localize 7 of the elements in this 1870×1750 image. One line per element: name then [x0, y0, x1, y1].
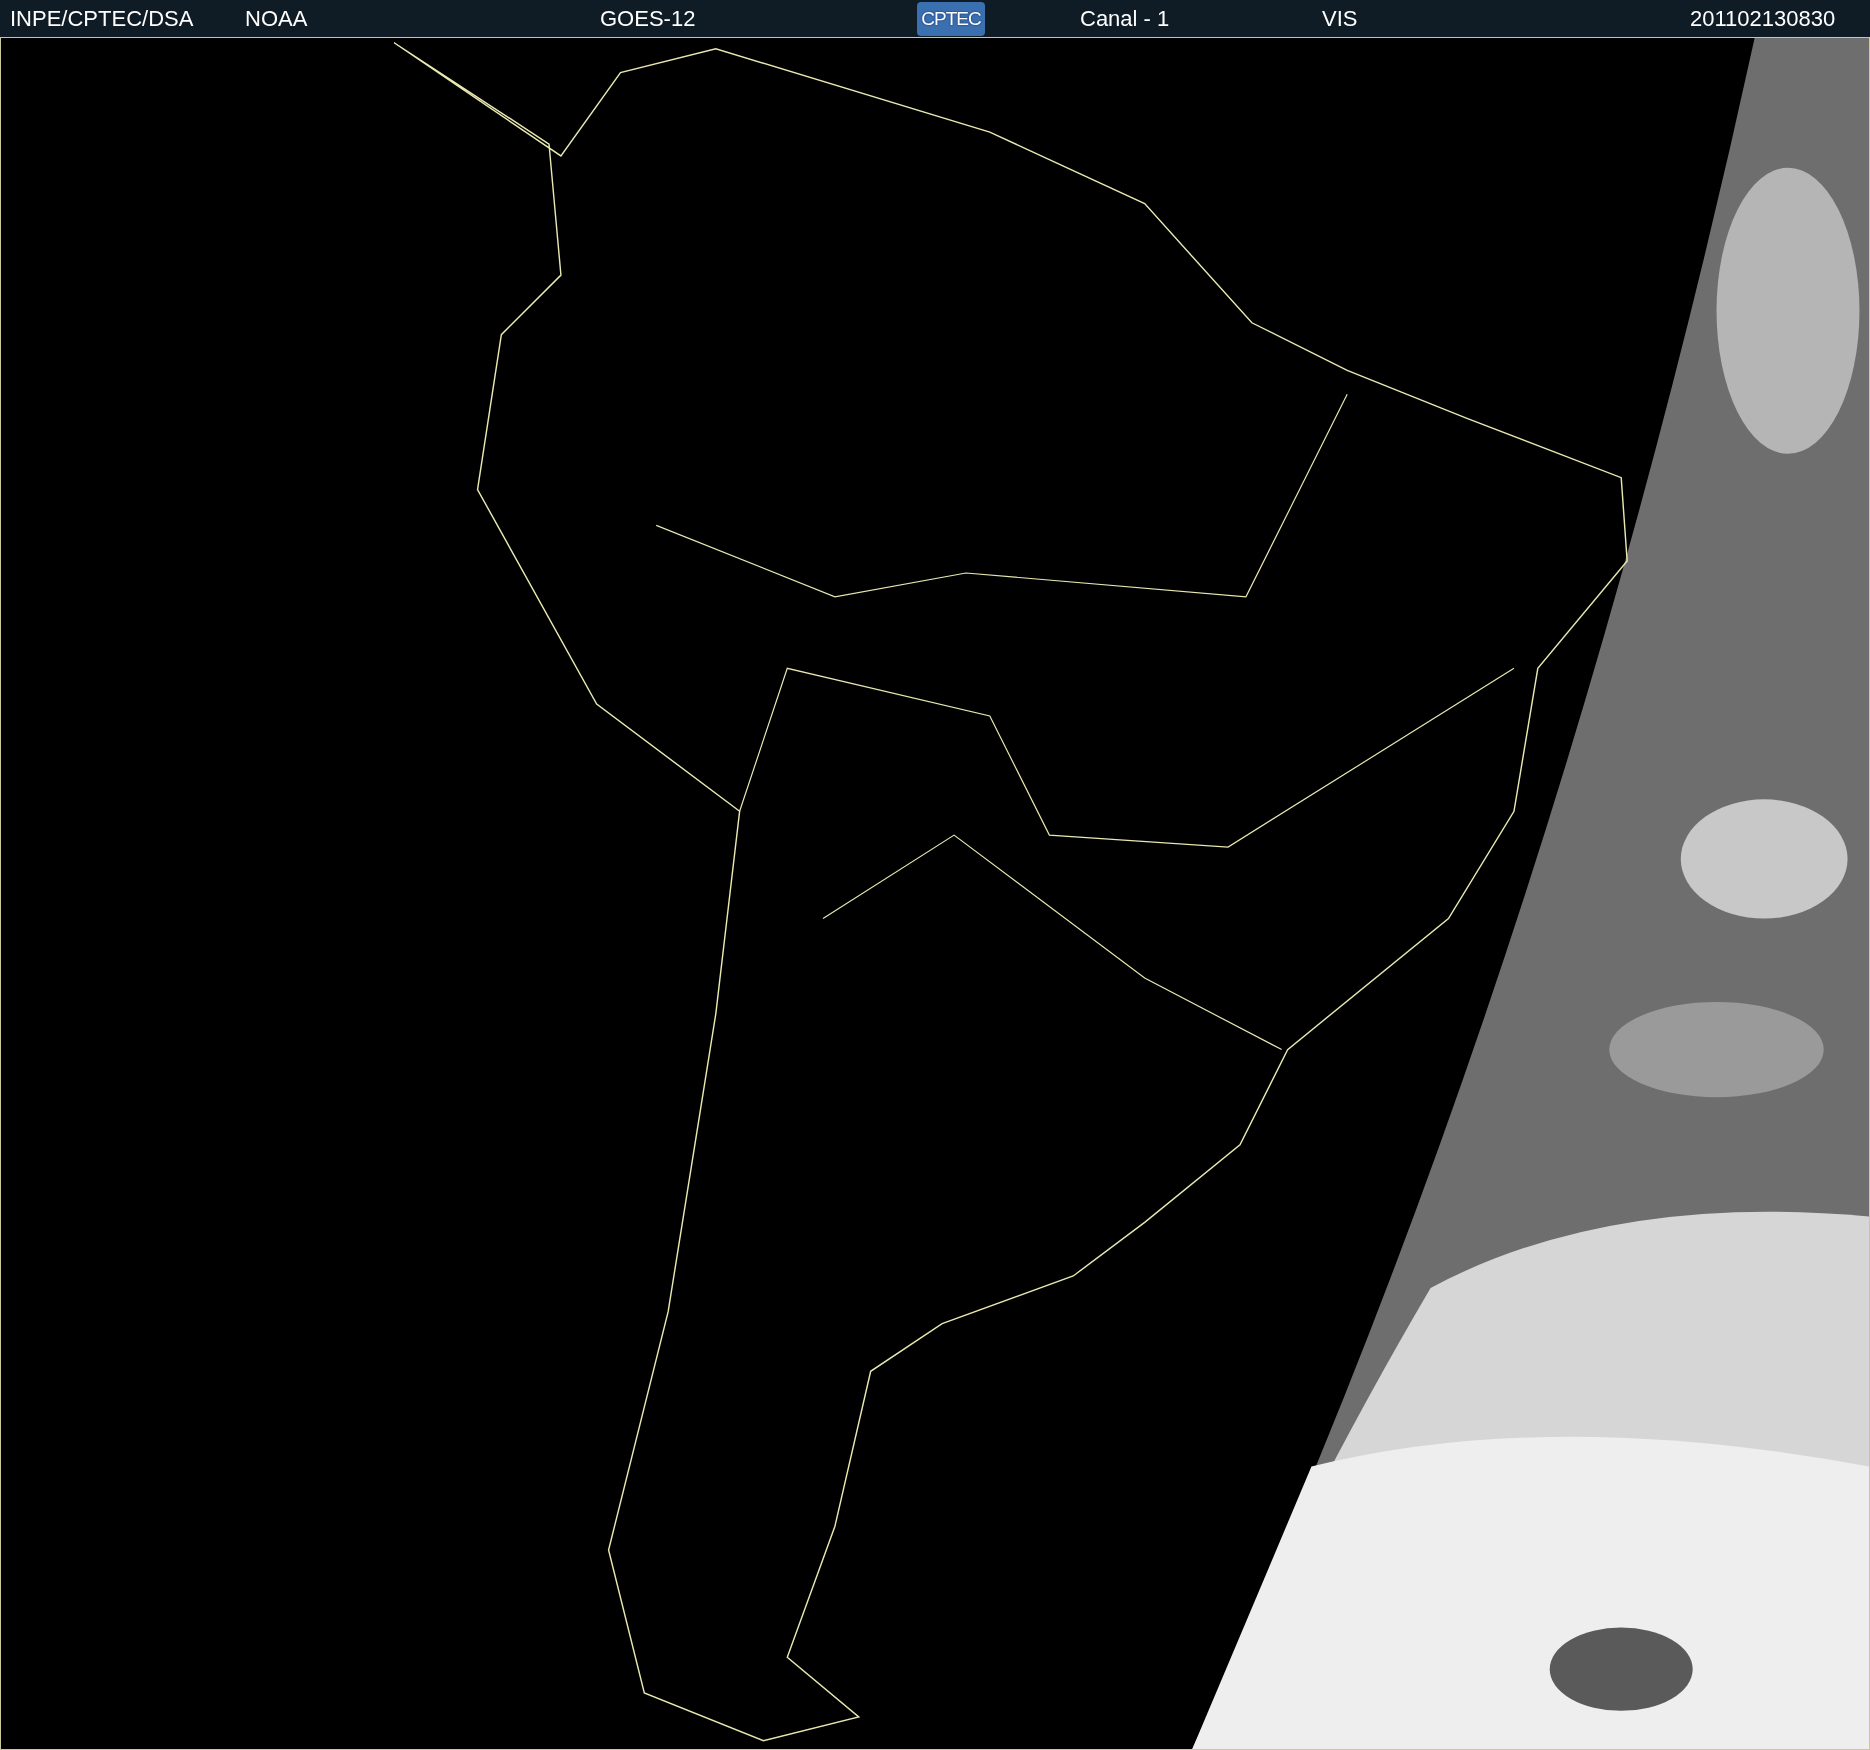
- header-label: GOES-12: [600, 5, 696, 31]
- header-label: INPE/CPTEC/DSA: [10, 5, 194, 31]
- header-label: 201102130830: [1690, 5, 1836, 31]
- header-label: NOAA: [245, 5, 308, 31]
- header-label: VIS: [1322, 5, 1358, 31]
- logo: CPTEC: [917, 1, 985, 36]
- header-label: Canal - 1: [1080, 5, 1170, 31]
